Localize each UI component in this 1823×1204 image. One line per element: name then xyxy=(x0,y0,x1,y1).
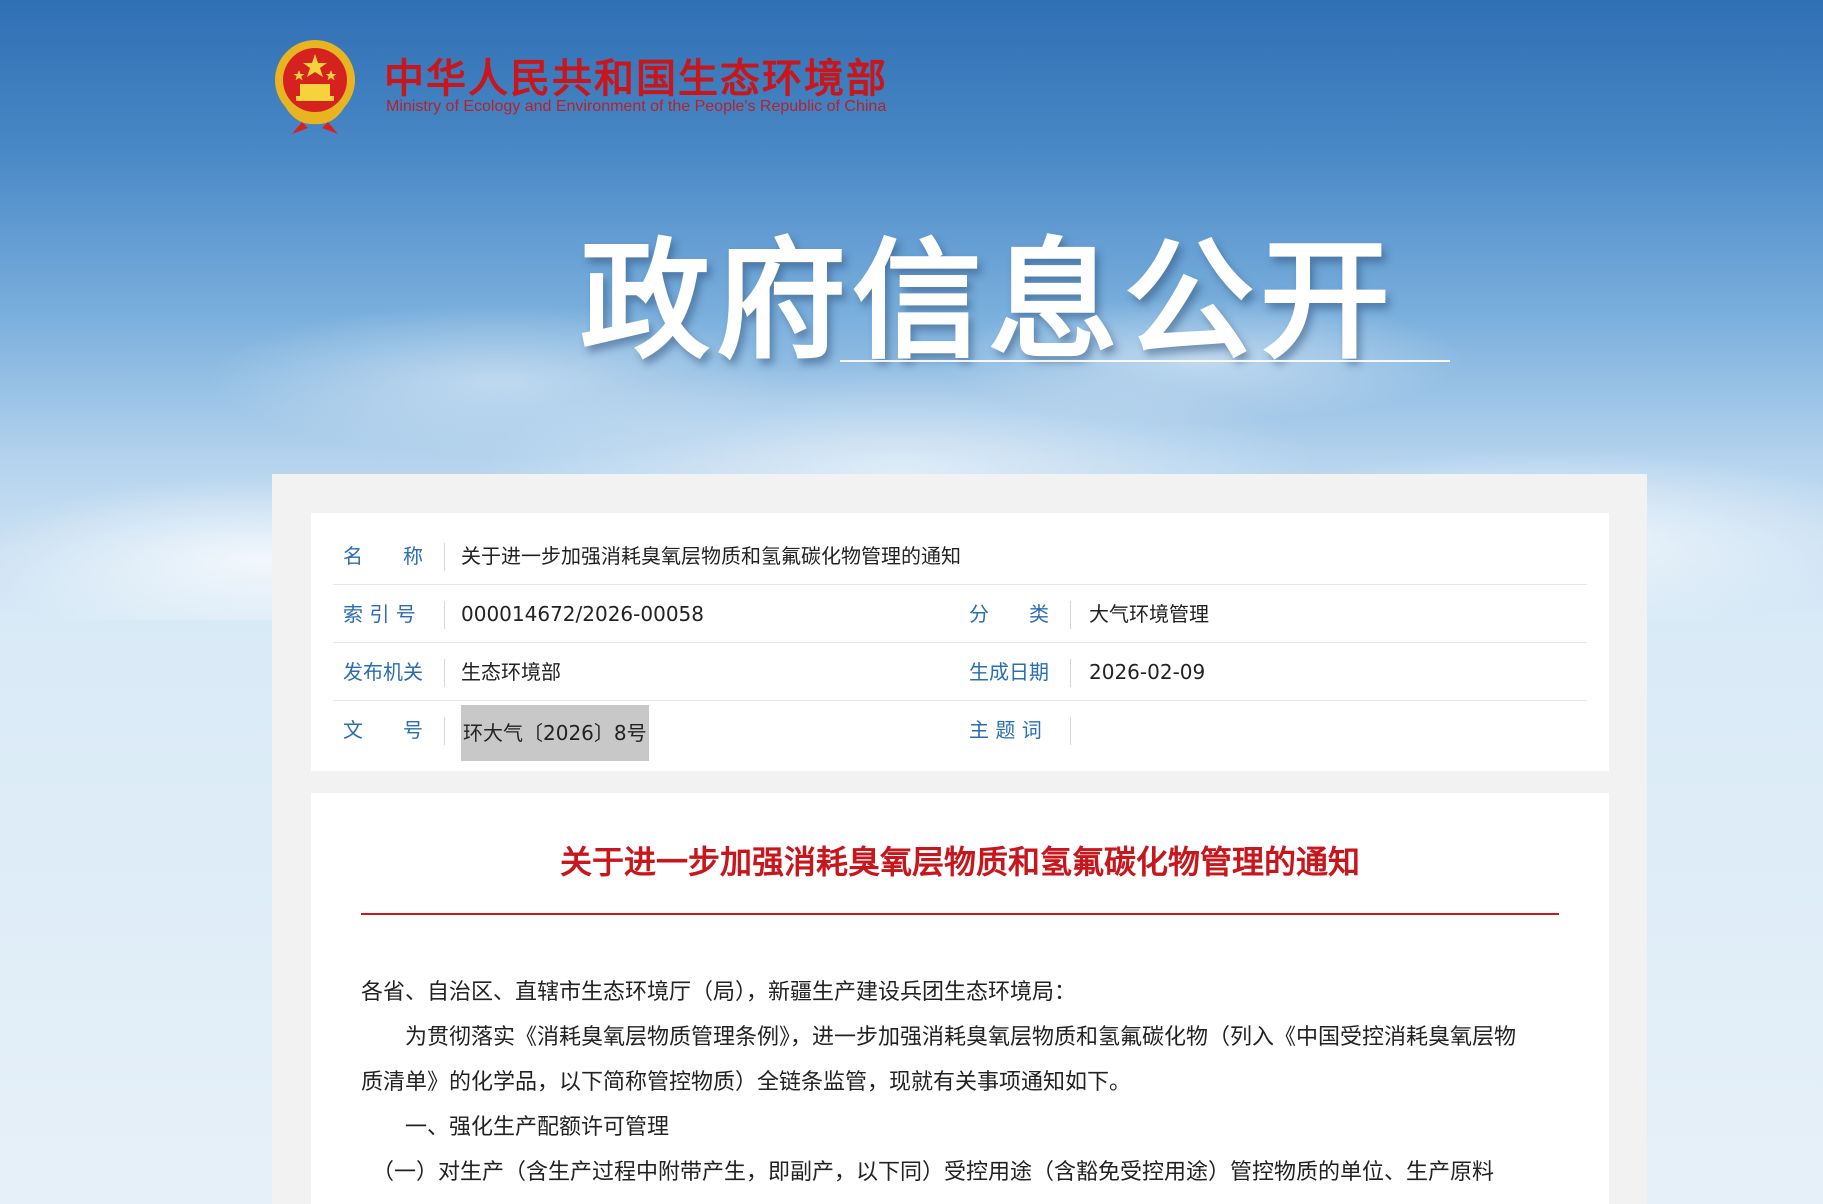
document-paragraph: 质清单》的化学品，以下简称管控物质）全链条监管，现就有关事项通知如下。 xyxy=(361,1070,1132,1095)
site-name-english[interactable]: Ministry of Ecology and Environment of t… xyxy=(386,98,886,116)
meta-separator xyxy=(1070,659,1071,687)
meta-value-name: 关于进一步加强消耗臭氧层物质和氢氟碳化物管理的通知 xyxy=(461,544,961,568)
meta-label-category: 分 类 xyxy=(969,602,1049,626)
document-paragraph: 各省、自治区、直辖市生态环境厅（局），新疆生产建设兵团生态环境局： xyxy=(361,980,1077,1005)
site-name[interactable]: 中华人民共和国生态环境部 xyxy=(384,46,888,104)
meta-value-category: 大气环境管理 xyxy=(1089,602,1209,626)
meta-row-name: 名 称 关于进一步加强消耗臭氧层物质和氢氟碳化物管理的通知 xyxy=(333,527,1587,585)
meta-separator xyxy=(1070,601,1071,629)
meta-separator xyxy=(1070,717,1071,745)
meta-label-date: 生成日期 xyxy=(969,660,1049,684)
document-paragraph: 一、强化生产配额许可管理 xyxy=(361,1115,670,1140)
meta-value-docno: 环大气〔2026〕8号 xyxy=(461,705,649,761)
meta-value-issuer: 生态环境部 xyxy=(461,660,561,684)
meta-row-issuer: 发布机关 生态环境部 生成日期 2026-02-09 xyxy=(333,643,1587,701)
hero-title: 政府信息公开 xyxy=(580,225,1397,377)
meta-label-subject: 主 题 词 xyxy=(969,718,1042,742)
meta-row-index: 索 引 号 000014672/2026-00058 分 类 大气环境管理 xyxy=(333,585,1587,643)
meta-label-docno: 文 号 xyxy=(343,718,423,742)
document-metadata: 名 称 关于进一步加强消耗臭氧层物质和氢氟碳化物管理的通知 索 引 号 0000… xyxy=(311,513,1609,771)
document-paragraph: （一）对生产（含生产过程中附带产生，即副产，以下同）受控用途（含豁免受控用途）管… xyxy=(361,1160,1495,1185)
document-paragraph: 为贯彻落实《消耗臭氧层物质管理条例》，进一步加强消耗臭氧层物质和氢氟碳化物（列入… xyxy=(361,1025,1517,1050)
document-title: 关于进一步加强消耗臭氧层物质和氢氟碳化物管理的通知 xyxy=(559,843,1360,881)
hero-divider xyxy=(840,360,1450,362)
meta-value-date: 2026-02-09 xyxy=(1089,660,1206,684)
meta-row-docno: 文 号 环大气〔2026〕8号 主 题 词 xyxy=(333,701,1587,761)
meta-separator xyxy=(444,717,445,745)
meta-separator xyxy=(444,659,445,687)
title-divider xyxy=(361,913,1559,915)
meta-label-index: 索 引 号 xyxy=(343,602,416,626)
document-body: 关于进一步加强消耗臭氧层物质和氢氟碳化物管理的通知 各省、自治区、直辖市生态环境… xyxy=(311,793,1609,1204)
national-emblem-icon[interactable] xyxy=(272,36,358,134)
meta-value-index: 000014672/2026-00058 xyxy=(461,602,704,626)
meta-separator xyxy=(444,601,445,629)
meta-label-name: 名 称 xyxy=(343,544,423,568)
meta-label-issuer: 发布机关 xyxy=(343,660,423,684)
meta-separator xyxy=(444,543,445,571)
